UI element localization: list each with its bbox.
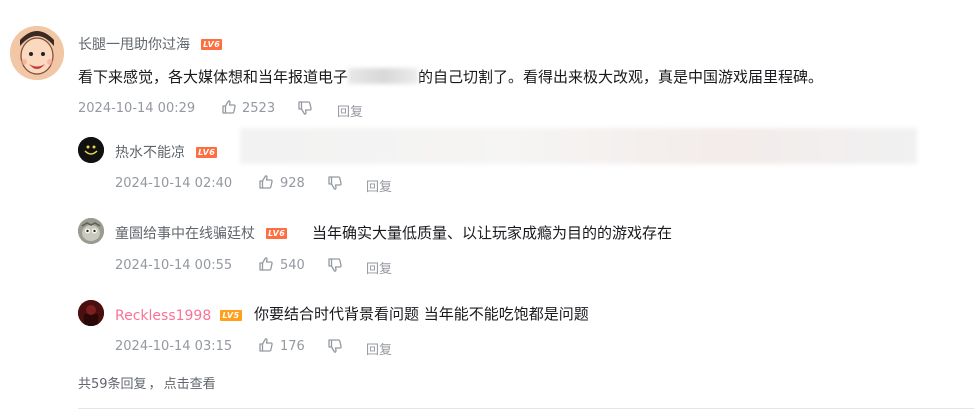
reply-header: 童圄给事中在线骗廷杖 LV6 [115,223,288,243]
reply-text: 你要结合时代背景看问题 当年能不能吃饱都是问题 [254,305,589,323]
like-count: 540 [280,258,305,273]
reply-header: Reckless1998 LV5 [115,305,242,324]
view-more-replies[interactable]: 共59条回复，点击查看 [78,373,216,392]
username[interactable]: Reckless1998 [115,308,211,324]
level-badge: LV6 [266,228,288,239]
dislike-icon[interactable] [327,175,343,191]
comment-text: 看下来感觉，各大媒体想和当年报道电子 的自己切割了。看得出来极大改观，真是中国游戏… [78,66,823,87]
like-icon[interactable] [258,337,274,353]
user-avatar-image [10,26,64,80]
reply-count: 共59条回复 [78,377,147,392]
avatar[interactable] [78,218,104,244]
reply-button[interactable]: 回复 [366,339,392,358]
reply-button[interactable]: 回复 [366,176,392,195]
comment-timestamp: 2024-10-14 00:29 [78,101,196,116]
dislike-icon[interactable] [297,100,313,116]
user-avatar-image [78,218,104,244]
like-count: 928 [280,176,305,191]
redacted-blur [348,68,419,84]
username[interactable]: 热水不能凉 [115,145,185,161]
avatar[interactable] [78,300,104,326]
divider [78,408,974,409]
reply-timestamp: 2024-10-14 03:15 [115,339,233,354]
separator: ， [148,377,162,392]
redacted-blur [240,128,917,164]
user-avatar-image [78,300,104,326]
comment-header: 长腿一甩助你过海 LV6 [78,34,223,54]
username[interactable]: 童圄给事中在线骗廷杖 [115,226,255,242]
comment-text-before: 看下来感觉，各大媒体想和当年报道电子 [78,68,349,86]
dislike-icon[interactable] [327,257,343,273]
like-icon[interactable] [258,256,274,272]
comment-text-after: 的自己切割了。看得出来极大改观，真是中国游戏届里程碑。 [418,68,824,86]
like-icon[interactable] [258,174,274,190]
like-count: 2523 [242,101,276,116]
reply-button[interactable]: 回复 [366,258,392,277]
user-avatar-image [78,137,104,163]
level-badge: LV6 [201,39,223,50]
reply-header: 热水不能凉 LV6 [115,142,218,162]
reply-timestamp: 2024-10-14 00:55 [115,258,233,273]
reply-timestamp: 2024-10-14 02:40 [115,176,233,191]
level-badge: LV6 [196,147,218,158]
avatar[interactable] [10,26,64,80]
dislike-icon[interactable] [327,338,343,354]
username[interactable]: 长腿一甩助你过海 [78,37,190,53]
avatar[interactable] [78,137,104,163]
like-count: 176 [280,339,305,354]
view-more-link[interactable]: 点击查看 [164,377,216,392]
like-icon[interactable] [221,99,237,115]
reply-button[interactable]: 回复 [337,101,363,120]
level-badge: LV5 [220,310,242,321]
reply-text: 当年确实大量低质量、以让玩家成瘾为目的的游戏存在 [312,224,673,242]
